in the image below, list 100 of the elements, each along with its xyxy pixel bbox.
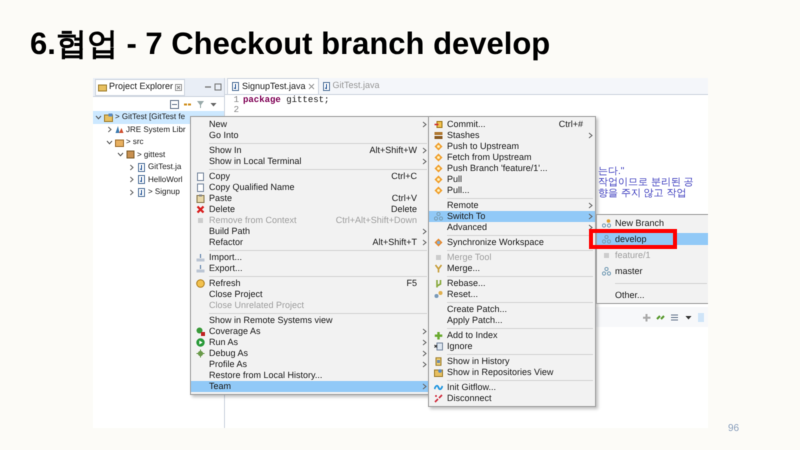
menu-item[interactable]: Other... <box>597 289 708 301</box>
refresh-icon <box>196 279 204 288</box>
java-file-icon <box>231 82 240 91</box>
java-file-icon <box>137 162 146 172</box>
diamond-icon <box>434 164 442 173</box>
list-icon <box>670 312 679 322</box>
coverage-icon <box>196 327 204 336</box>
menu-item[interactable]: Debug As <box>191 348 429 359</box>
maximize-icon <box>214 83 222 91</box>
menu-item[interactable]: Refresh F5 <box>191 278 429 289</box>
menu-item[interactable]: Close Project <box>191 289 429 300</box>
diamond-icon <box>434 175 442 184</box>
project-icon <box>104 112 113 122</box>
line-number: 1 <box>232 94 240 106</box>
sync-icon <box>434 238 442 247</box>
menu-item[interactable]: New Branch <box>597 217 708 229</box>
editor-tab[interactable]: SignupTest.java <box>227 78 319 94</box>
plus-icon <box>642 312 651 322</box>
history-icon <box>434 357 442 366</box>
commit-icon <box>434 120 442 129</box>
menu-item[interactable]: Create Patch... <box>429 304 595 315</box>
menu-item[interactable]: Copy Qualified Name <box>191 182 429 193</box>
filter-icon <box>196 100 205 108</box>
new-branch-icon <box>602 218 610 228</box>
ignore-icon <box>434 342 442 351</box>
diamond-icon <box>434 153 442 162</box>
reset-icon <box>434 290 442 299</box>
menu-item[interactable]: Show in Remote Systems view <box>191 315 429 326</box>
diamond-icon <box>434 186 442 195</box>
tray-icon <box>196 253 204 262</box>
menu-item[interactable]: Coverage As <box>191 326 429 337</box>
menu-item[interactable]: Pull... <box>429 185 595 196</box>
menu-item[interactable]: Disconnect <box>429 393 595 404</box>
repository-icon <box>434 368 442 377</box>
bug-icon <box>196 349 204 358</box>
disabled-icon <box>434 253 442 262</box>
collapsed-chevron-icon <box>106 126 113 134</box>
menu-item[interactable]: Run As <box>191 337 429 348</box>
menu-item[interactable]: Paste Ctrl+V <box>191 193 429 204</box>
menu-item[interactable]: Show in History <box>429 356 595 367</box>
menu-item[interactable]: Advanced <box>429 222 595 233</box>
menu-item[interactable]: Profile As <box>191 359 429 370</box>
menu-item[interactable]: Copy Ctrl+C <box>191 171 429 182</box>
expanded-chevron-icon <box>95 114 102 121</box>
menu-item[interactable]: Delete Delete <box>191 204 429 215</box>
view-tab[interactable]: Project Explorer <box>95 78 186 96</box>
merge-icon <box>434 264 442 273</box>
tray-icon <box>196 264 204 273</box>
menu-item[interactable]: Commit... Ctrl+# <box>429 119 595 130</box>
menu-item[interactable]: Team <box>191 381 429 392</box>
code-line: package gittest; <box>243 94 330 108</box>
run-icon <box>196 338 204 347</box>
menu-item[interactable]: Restore from Local History... <box>191 370 429 381</box>
menu-item[interactable]: Reset... <box>429 289 595 300</box>
comment-line: 는다." <box>598 166 626 177</box>
page-number: 96 <box>728 422 740 436</box>
menu-item[interactable]: Refactor Alt+Shift+T <box>191 237 429 248</box>
menu-item[interactable]: Go Into <box>191 130 429 141</box>
branch-icon <box>602 266 610 276</box>
disabled-icon <box>196 216 204 225</box>
menu-item[interactable]: Ignore <box>429 341 595 352</box>
branch-icon <box>602 234 610 244</box>
delete-icon <box>196 205 204 214</box>
menu-item[interactable]: Pull <box>429 174 595 185</box>
plus-icon <box>434 331 442 340</box>
menu-item[interactable]: Show In Alt+Shift+W <box>191 145 429 156</box>
menu-item[interactable]: Rebase... <box>429 278 595 289</box>
stash-icon <box>434 131 442 140</box>
slide-title: 6.협업 - 7 Checkout branch develop <box>30 26 550 61</box>
diamond-icon <box>434 142 442 151</box>
collapse-all-icon <box>170 100 179 108</box>
menu-item[interactable]: Build Path <box>191 226 429 237</box>
menu-item[interactable]: Import... <box>191 252 429 263</box>
menu-item[interactable]: Show in Repositories View <box>429 367 595 378</box>
java-file-icon <box>322 82 331 90</box>
close-icon <box>308 83 315 90</box>
disconnect-icon <box>434 394 442 403</box>
branch-icon <box>434 212 442 221</box>
line-number: 2 <box>232 104 240 118</box>
menu-item[interactable]: Apply Patch... <box>429 315 595 326</box>
menu-item[interactable]: Remote <box>429 200 595 211</box>
wave-icon <box>434 383 442 392</box>
menu-item[interactable]: Add to Index <box>429 330 595 341</box>
comment-line: 작업이므로 분리된 공 <box>598 177 694 188</box>
menu-item[interactable]: Push Branch 'feature/1'... <box>429 163 595 174</box>
library-icon <box>115 125 124 134</box>
menu-item[interactable]: Export... <box>191 263 429 274</box>
menu-item[interactable]: Stashes <box>429 130 595 141</box>
menu-item[interactable]: develop <box>597 233 708 245</box>
menu-item[interactable]: master <box>597 265 708 277</box>
comment-line: 향을 주지 않고 작업 <box>598 188 688 199</box>
menu-item[interactable]: Switch To <box>429 211 595 222</box>
java-file-icon <box>137 188 146 197</box>
menu-item[interactable]: Show in Local Terminal <box>191 156 429 167</box>
menu-item[interactable]: Init Gitflow... <box>429 382 595 393</box>
menu-item[interactable]: Push to Upstream <box>429 141 595 152</box>
disabled-icon <box>602 250 610 260</box>
menu-item[interactable]: Merge... <box>429 263 595 274</box>
java-file-icon <box>137 175 146 184</box>
menu-item[interactable]: Fetch from Upstream <box>429 152 595 163</box>
